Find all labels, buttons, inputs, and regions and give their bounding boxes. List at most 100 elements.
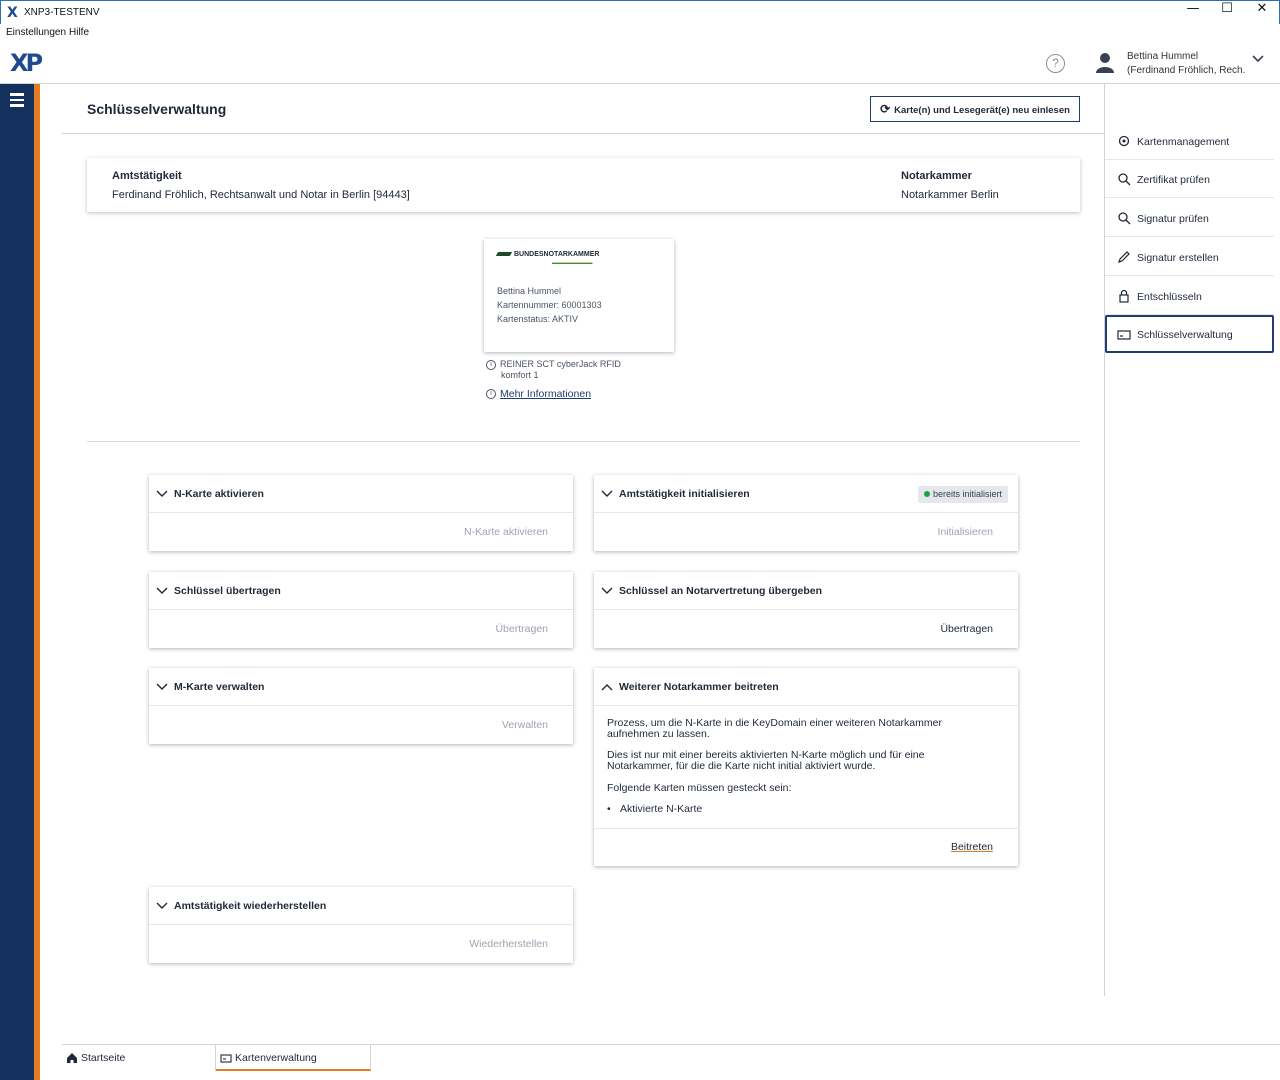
panel-handover-keys: Schlüssel an Notarvertretung übergeben Ü… xyxy=(594,572,1018,648)
card-reader-icon xyxy=(220,1054,232,1063)
bottom-tabbar: Startseite Kartenverwaltung xyxy=(62,1044,1280,1080)
menu-help[interactable]: Hilfe xyxy=(69,27,89,38)
sidebar-item-label: Signatur prüfen xyxy=(1137,213,1209,225)
reader-name-line1: REINER SCT cyberJack RFID xyxy=(500,359,621,369)
reload-cards-button[interactable]: ⟳ Karte(n) und Lesegerät(e) neu einlesen xyxy=(870,96,1080,122)
close-icon[interactable]: ✕ xyxy=(1245,1,1279,25)
transfer-button[interactable]: Übertragen xyxy=(495,623,548,635)
sidebar-item-key-management[interactable]: Schlüsselverwaltung xyxy=(1105,315,1274,353)
chamber-value: Notarkammer Berlin xyxy=(901,189,999,201)
handover-transfer-button[interactable]: Übertragen xyxy=(940,623,993,635)
search-icon xyxy=(1118,212,1131,225)
restore-button[interactable]: Wiederherstellen xyxy=(469,938,548,950)
panel-activate-ncard: N-Karte aktivieren N-Karte aktivieren xyxy=(149,475,573,551)
smart-card-tile: BUNDESNOTARKAMMER ▬▬▬▬▬▬▬▬▬ Bettina Humm… xyxy=(484,239,674,352)
menu-settings[interactable]: Einstellungen xyxy=(6,27,66,38)
office-value: Ferdinand Fröhlich, Rechtsanwalt und Not… xyxy=(112,189,410,201)
xp-logo: XP xyxy=(10,49,43,77)
sidebar-item-card-management[interactable]: Kartenmanagement xyxy=(1105,122,1274,160)
hamburger-menu-icon[interactable] xyxy=(10,93,24,110)
panel-header[interactable]: Amtstätigkeit wiederherstellen xyxy=(149,887,573,925)
panel-restore-office: Amtstätigkeit wiederherstellen Wiederher… xyxy=(149,887,573,963)
tab-card-management[interactable]: Kartenverwaltung xyxy=(216,1045,371,1071)
menu-bar: Einstellungen Hilfe xyxy=(0,24,1280,42)
maximize-icon[interactable]: ☐ xyxy=(1210,1,1244,25)
join-description-1b: aufnehmen zu lassen. xyxy=(607,728,710,740)
office-info-card: Amtstätigkeit Ferdinand Fröhlich, Rechts… xyxy=(87,158,1080,212)
panel-init-office: Amtstätigkeit initialisieren bereits ini… xyxy=(594,475,1018,551)
panel-title: Schlüssel übertragen xyxy=(174,585,281,597)
sidebar-item-label: Entschlüsseln xyxy=(1137,291,1202,303)
app-icon: X xyxy=(7,5,18,21)
join-requirement: Aktivierte N-Karte xyxy=(620,803,703,815)
home-icon xyxy=(67,1053,77,1063)
panel-title: Amtstätigkeit initialisieren xyxy=(619,488,750,500)
card-number: Kartennummer: 60001303 xyxy=(497,300,602,310)
manage-button[interactable]: Verwalten xyxy=(502,719,548,731)
panel-header[interactable]: Weiterer Notarkammer beitreten xyxy=(594,668,1018,706)
more-info-link[interactable]: Mehr Informationen xyxy=(500,388,591,400)
tab-label: Startseite xyxy=(81,1052,126,1064)
reader-name-line2: komfort 1 xyxy=(501,369,539,380)
panel-manage-mcard: M-Karte verwalten Verwalten xyxy=(149,668,573,744)
card-reader-icon xyxy=(1117,330,1131,340)
sidebar-item-decrypt[interactable]: Entschlüsseln xyxy=(1105,277,1274,315)
chevron-down-icon xyxy=(156,902,168,909)
sidebar-item-label: Zertifikat prüfen xyxy=(1137,174,1210,186)
page-title: Schlüsselverwaltung xyxy=(87,101,227,117)
activate-ncard-button[interactable]: N-Karte aktivieren xyxy=(464,526,548,538)
panel-header[interactable]: Schlüssel übertragen xyxy=(149,572,573,610)
sidebar-item-check-certificate[interactable]: Zertifikat prüfen xyxy=(1105,160,1274,198)
chevron-up-icon xyxy=(601,684,613,691)
tab-label: Kartenverwaltung xyxy=(235,1052,317,1064)
chevron-down-icon xyxy=(601,587,613,594)
divider xyxy=(594,828,1018,829)
gear-icon xyxy=(1118,135,1130,147)
user-org: (Ferdinand Fröhlich, Rech... xyxy=(1127,65,1245,76)
panel-header[interactable]: Schlüssel an Notarvertretung übergeben xyxy=(594,572,1018,610)
sidebar-item-label: Kartenmanagement xyxy=(1137,136,1230,148)
main-content: Schlüsselverwaltung ⟳ Karte(n) und Lesege… xyxy=(62,84,1104,1044)
join-description-2b: Notarkammer, für die die Karte nicht ini… xyxy=(607,760,876,772)
window-title: XNP3-TESTENV xyxy=(24,7,100,18)
sidebar-item-label: Schlüsselverwaltung xyxy=(1137,329,1233,341)
join-description-3: Folgende Karten müssen gesteckt sein: xyxy=(607,782,792,794)
panel-title: Weiterer Notarkammer beitreten xyxy=(619,681,779,693)
panel-header[interactable]: M-Karte verwalten xyxy=(149,668,573,706)
card-holder: Bettina Hummel xyxy=(497,286,562,296)
chevron-down-icon xyxy=(156,683,168,690)
initialize-button[interactable]: Initialisieren xyxy=(938,526,993,538)
info-icon: i xyxy=(486,359,496,370)
sidebar-item-create-signature[interactable]: Signatur erstellen xyxy=(1105,238,1274,276)
panel-title: N-Karte aktivieren xyxy=(174,488,264,500)
refresh-icon: ⟳ xyxy=(880,102,891,116)
panel-header[interactable]: Amtstätigkeit initialisieren bereits ini… xyxy=(594,475,1018,513)
lock-icon xyxy=(1119,289,1129,303)
bnk-logo-text: BUNDESNOTARKAMMER xyxy=(514,251,600,258)
office-label: Amtstätigkeit xyxy=(112,170,182,182)
user-icon[interactable] xyxy=(1094,51,1116,75)
left-nav xyxy=(0,84,40,1080)
card-status: Kartenstatus: AKTIV xyxy=(497,314,579,324)
reload-cards-label: Karte(n) und Lesegerät(e) neu einlesen xyxy=(894,105,1070,116)
tab-home[interactable]: Startseite xyxy=(62,1045,216,1071)
divider xyxy=(62,133,1104,134)
window-titlebar: X XNP3-TESTENV — ☐ ✕ xyxy=(0,0,1280,24)
search-icon xyxy=(1118,173,1131,186)
status-badge: bereits initialisiert xyxy=(917,486,1008,503)
app-header: XP ? Bettina Hummel (Ferdinand Fröhlich,… xyxy=(0,42,1280,84)
card-reader-info: i REINER SCT cyberJack RFID komfort 1 xyxy=(486,359,621,380)
minimize-icon[interactable]: — xyxy=(1176,1,1210,25)
panel-title: Schlüssel an Notarvertretung übergeben xyxy=(619,585,823,597)
sidebar-item-check-signature[interactable]: Signatur prüfen xyxy=(1105,199,1274,237)
panel-transfer-keys: Schlüssel übertragen Übertragen xyxy=(149,572,573,648)
sidebar-item-label: Signatur erstellen xyxy=(1137,252,1219,264)
bnk-logo-tagline: ▬▬▬▬▬▬▬▬▬ xyxy=(552,260,593,265)
panel-header[interactable]: N-Karte aktivieren xyxy=(149,475,573,513)
help-icon[interactable]: ? xyxy=(1046,54,1065,73)
panel-join-chamber: Weiterer Notarkammer beitreten Prozess, … xyxy=(594,668,1018,866)
join-button[interactable]: Beitreten xyxy=(951,841,993,853)
more-info: i Mehr Informationen xyxy=(486,388,591,400)
user-name: Bettina Hummel xyxy=(1127,51,1199,62)
chevron-down-icon[interactable] xyxy=(1251,54,1265,64)
